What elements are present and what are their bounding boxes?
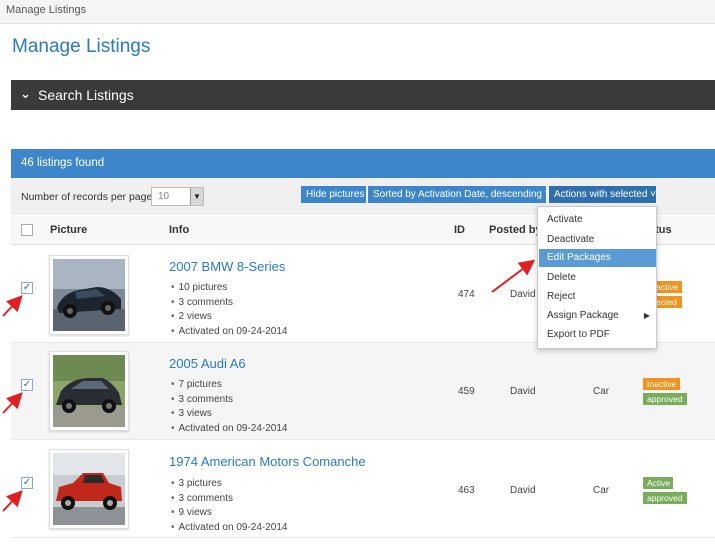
arrow-to-checkbox-2 [2, 392, 23, 414]
arrow-to-edit-packages [491, 259, 536, 293]
arrow-to-checkbox-3 [2, 490, 23, 512]
annotation-arrows [2, 259, 536, 512]
arrow-to-checkbox-1 [2, 295, 23, 317]
